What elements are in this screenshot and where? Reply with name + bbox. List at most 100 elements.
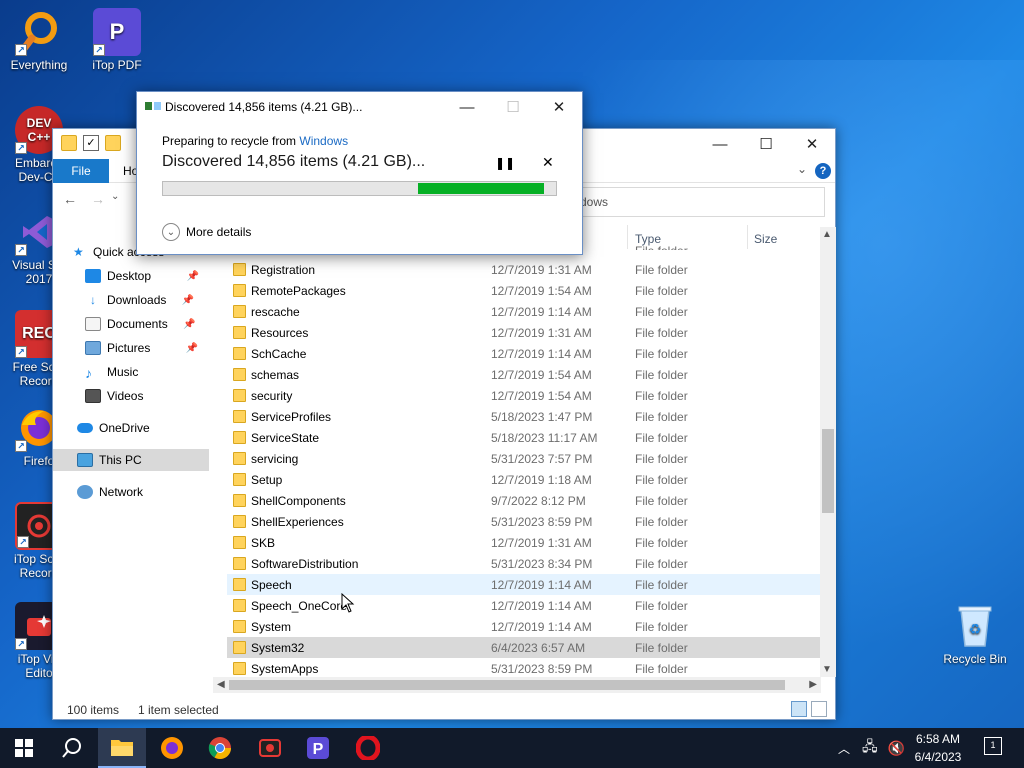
opera-icon <box>356 736 380 760</box>
navigation-pane: ★ Quick access Desktop 📌 ↓ Downloads 📌 D… <box>53 239 213 679</box>
taskbar-firefox[interactable] <box>148 728 196 768</box>
cloud-icon <box>77 423 93 433</box>
table-row[interactable]: schemas 12/7/2019 1:54 AM File folder <box>227 364 821 385</box>
documents-icon <box>85 317 101 331</box>
table-row[interactable]: System 12/7/2019 1:14 AM File folder <box>227 616 821 637</box>
table-row[interactable]: security 12/7/2019 1:54 AM File folder <box>227 385 821 406</box>
file-name: Setup <box>251 473 283 487</box>
forward-arrow-icon[interactable]: → <box>91 191 105 207</box>
folder-icon[interactable] <box>61 135 77 151</box>
network-icon <box>77 485 93 499</box>
more-details-label: More details <box>186 225 252 239</box>
sidebar-item-desktop[interactable]: Desktop 📌 <box>85 265 199 287</box>
table-row[interactable]: RemotePackages 12/7/2019 1:54 AM File fold… <box>227 280 821 301</box>
table-row[interactable]: SKB 12/7/2019 1:31 AM File folder <box>227 532 821 553</box>
sidebar-item-onedrive[interactable]: OneDrive <box>77 417 150 439</box>
scroll-right-icon[interactable]: ▶ <box>809 679 817 690</box>
table-row[interactable]: Resources 12/7/2019 1:31 AM File folder <box>227 322 821 343</box>
minimize-button[interactable]: — <box>444 92 490 122</box>
table-row[interactable]: Speech 12/7/2019 1:14 AM File folder <box>227 574 821 595</box>
sidebar-item-this-pc[interactable]: This PC <box>53 449 209 471</box>
pin-icon[interactable]: 📌 <box>182 295 194 306</box>
taskbar-opera[interactable] <box>344 728 392 768</box>
dialog-titlebar[interactable]: Discovered 14,856 items (4.21 GB)... — ☐… <box>137 92 582 122</box>
sidebar-item-documents[interactable]: Documents 📌 <box>85 313 196 335</box>
address-text: dows <box>580 195 609 209</box>
scroll-up-icon[interactable]: ▲ <box>822 229 832 240</box>
horizontal-scrollbar[interactable]: ◀ ▶ <box>213 677 821 693</box>
table-row[interactable]: Registration 12/7/2019 1:31 AM File folder <box>227 259 821 280</box>
pin-icon[interactable]: 📌 <box>187 271 199 282</box>
file-tab[interactable]: File <box>53 159 109 183</box>
more-details-button[interactable]: ⌄ More details <box>162 223 251 241</box>
file-date: 12/7/2019 1:54 AM <box>491 389 592 403</box>
column-separator[interactable] <box>627 225 628 249</box>
table-row[interactable]: Setup 12/7/2019 1:18 AM File folder <box>227 469 821 490</box>
back-arrow-icon[interactable]: ← <box>63 191 77 207</box>
table-row[interactable]: ServiceProfiles 5/18/2023 1:47 PM File fol… <box>227 406 821 427</box>
table-row[interactable]: ServiceState 5/18/2023 11:17 AM File folde… <box>227 427 821 448</box>
chevron-up-icon[interactable]: ︿ <box>838 740 850 757</box>
sidebar-item-music[interactable]: ♪ Music <box>85 361 138 383</box>
pin-icon[interactable]: 📌 <box>186 343 198 354</box>
recycle-progress-dialog[interactable]: Discovered 14,856 items (4.21 GB)... — ☐… <box>136 91 583 255</box>
start-button[interactable] <box>0 728 48 768</box>
scroll-left-icon[interactable]: ◀ <box>217 679 225 690</box>
cancel-icon[interactable]: ✕ <box>542 154 554 171</box>
scroll-down-icon[interactable]: ▼ <box>822 664 832 675</box>
search-button[interactable] <box>48 728 96 768</box>
maximize-button[interactable]: ☐ <box>743 129 789 159</box>
desktop-icon-recycle-bin[interactable]: ♻ Recycle Bin <box>938 602 1012 666</box>
network-icon[interactable]: 🖧 <box>862 736 878 760</box>
file-type: File folder <box>635 536 688 550</box>
file-date: 5/31/2023 7:57 PM <box>491 452 593 466</box>
table-row[interactable]: ShellComponents 9/7/2022 8:12 PM File fold… <box>227 490 821 511</box>
taskbar-chrome[interactable] <box>196 728 244 768</box>
vertical-scrollbar[interactable]: ▲ ▼ <box>820 227 836 677</box>
volume-muted-icon[interactable]: 🔇 <box>888 740 905 757</box>
desktop-icon-itop-pdf[interactable]: P ↗ iTop PDF <box>80 8 154 72</box>
table-row[interactable]: SchCache 12/7/2019 1:14 AM File folder <box>227 343 821 364</box>
help-icon[interactable]: ? <box>815 163 831 179</box>
desktop-icon-everything[interactable]: ↗ Everything <box>2 8 76 72</box>
sidebar-item-network[interactable]: Network <box>77 481 143 503</box>
file-type: File folder <box>635 284 688 298</box>
taskbar-screen-recorder[interactable] <box>246 728 294 768</box>
table-row[interactable]: Speech_OneCore 12/7/2019 1:14 AM File fold… <box>227 595 821 616</box>
pin-icon[interactable]: 📌 <box>183 319 195 330</box>
sidebar-item-videos[interactable]: Videos <box>85 385 143 407</box>
recent-locations-icon[interactable]: ⌄ <box>111 191 119 207</box>
minimize-button[interactable]: — <box>697 129 743 159</box>
sidebar-item-label: This PC <box>99 453 142 467</box>
scroll-thumb[interactable] <box>822 429 834 513</box>
table-row[interactable]: SoftwareDistribution 5/31/2023 8:34 PM Fil… <box>227 553 821 574</box>
taskbar-file-explorer[interactable] <box>98 728 146 768</box>
table-row[interactable]: rescache 12/7/2019 1:14 AM File folder <box>227 301 821 322</box>
taskbar-itop-pdf[interactable]: P <box>294 728 342 768</box>
column-header-size[interactable]: Size <box>754 232 777 256</box>
folder-icon <box>233 641 246 654</box>
firefox-icon <box>161 737 183 759</box>
file-type: File folder <box>635 368 688 382</box>
large-icons-view-icon[interactable] <box>811 701 827 717</box>
address-bar[interactable]: dows <box>573 187 825 217</box>
details-view-icon[interactable] <box>791 701 807 717</box>
taskbar-clock[interactable]: 6:58 AM 6/4/2023 <box>908 730 968 766</box>
close-button[interactable]: ✕ <box>789 129 835 159</box>
table-row[interactable]: SystemApps 5/31/2023 8:59 PM File folder <box>227 658 821 679</box>
source-folder-link[interactable]: Windows <box>299 134 348 148</box>
notification-icon[interactable]: 1 <box>984 737 1002 755</box>
properties-icon[interactable]: ✓ <box>83 135 99 151</box>
file-type: File folder <box>635 494 688 508</box>
sidebar-item-pictures[interactable]: Pictures 📌 <box>85 337 198 359</box>
ribbon-expand-icon[interactable]: ⌄ <box>797 162 807 176</box>
table-row[interactable]: ShellExperiences 5/31/2023 8:59 PM File fo… <box>227 511 821 532</box>
scroll-thumb[interactable] <box>229 680 785 690</box>
new-folder-icon[interactable] <box>105 135 121 151</box>
sidebar-item-downloads[interactable]: ↓ Downloads 📌 <box>85 289 194 311</box>
table-row[interactable]: System32 6/4/2023 6:57 AM File folder <box>227 637 821 658</box>
table-row[interactable]: servicing 5/31/2023 7:57 PM File folder <box>227 448 821 469</box>
pause-icon[interactable]: ❚❚ <box>495 156 515 170</box>
close-button[interactable]: ✕ <box>536 92 582 122</box>
column-separator[interactable] <box>747 225 748 249</box>
